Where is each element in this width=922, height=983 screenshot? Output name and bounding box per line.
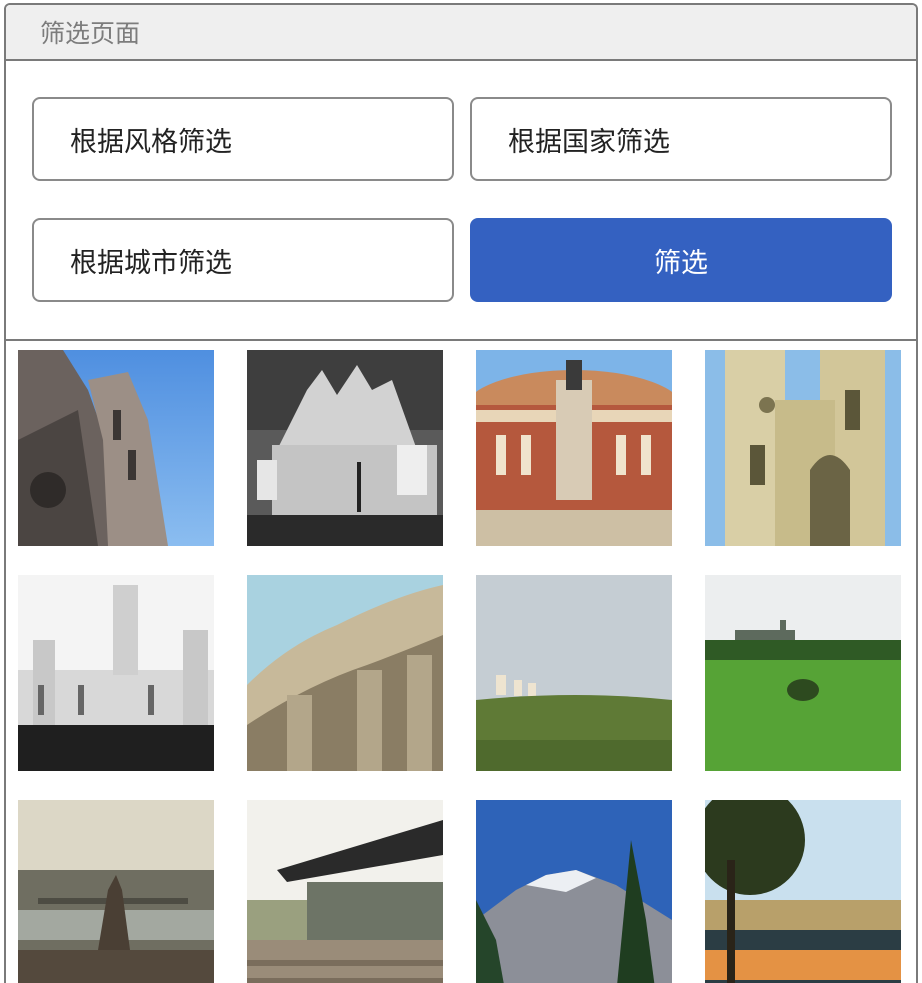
snowy-mountain-image xyxy=(476,800,672,983)
page-title-bar: 筛选页面 xyxy=(6,5,916,61)
green-field-church-image xyxy=(705,575,901,771)
westminster-abbey-image xyxy=(705,350,901,546)
royal-albert-hall-image xyxy=(476,350,672,546)
gallery-image-9[interactable] xyxy=(18,800,214,983)
filter-by-country-button[interactable]: 根据国家筛选 xyxy=(470,97,892,181)
green-hill-landscape-image xyxy=(476,575,672,771)
gallery-image-1[interactable] xyxy=(18,350,214,546)
lake-sunset-image xyxy=(705,800,901,983)
gallery-image-11[interactable] xyxy=(476,800,672,983)
gallery-image-6[interactable] xyxy=(247,575,443,771)
filter-by-style-button[interactable]: 根据风格筛选 xyxy=(32,97,454,181)
gallery-image-4[interactable] xyxy=(705,350,901,546)
milan-cathedral-image xyxy=(247,350,443,546)
filter-by-style-label: 根据风格筛选 xyxy=(70,126,232,158)
filter-submit-label: 筛选 xyxy=(654,247,708,279)
filter-page: 筛选页面 根据风格筛选 根据国家筛选 根据城市筛选 筛选 xyxy=(4,3,918,983)
gallery-image-5[interactable] xyxy=(18,575,214,771)
gallery-image-3[interactable] xyxy=(476,350,672,546)
cologne-city-view-image xyxy=(18,800,214,983)
filter-panel: 根据风格筛选 根据国家筛选 根据城市筛选 筛选 xyxy=(6,61,916,341)
bernabeu-stadium-image xyxy=(247,575,443,771)
gallery-image-12[interactable] xyxy=(705,800,901,983)
florence-duomo-image xyxy=(18,350,214,546)
neue-nationalgalerie-image xyxy=(247,800,443,983)
filter-by-country-label: 根据国家筛选 xyxy=(508,126,670,158)
filter-by-city-button[interactable]: 根据城市筛选 xyxy=(32,218,454,302)
page-title: 筛选页面 xyxy=(40,19,141,48)
filter-by-city-label: 根据城市筛选 xyxy=(70,247,232,279)
gallery-image-2[interactable] xyxy=(247,350,443,546)
cibeles-palace-image xyxy=(18,575,214,771)
gallery-image-10[interactable] xyxy=(247,800,443,983)
gallery-image-8[interactable] xyxy=(705,575,901,771)
gallery-image-7[interactable] xyxy=(476,575,672,771)
filter-submit-button[interactable]: 筛选 xyxy=(470,218,892,302)
